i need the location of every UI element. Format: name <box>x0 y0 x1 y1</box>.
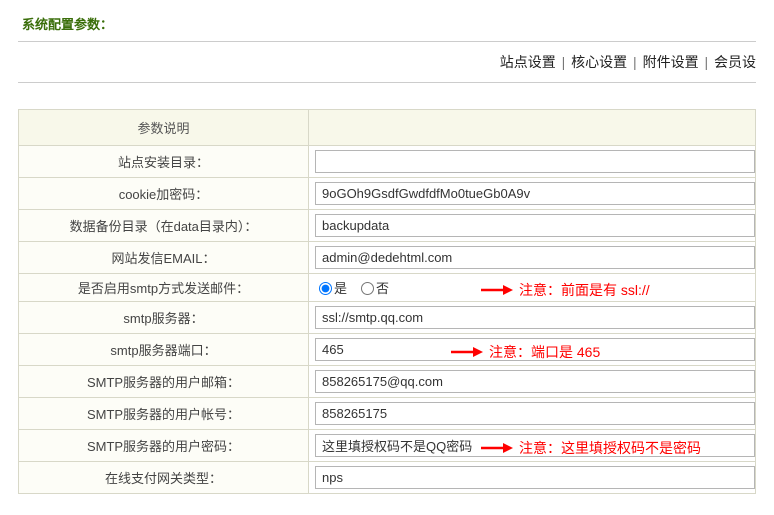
row-label: 网站发信EMAIL： <box>19 242 309 274</box>
config-input[interactable] <box>315 182 755 205</box>
row-label: SMTP服务器的用户密码： <box>19 430 309 462</box>
row-value <box>309 242 756 274</box>
annotation-text: 注意：前面是有 ssl:// <box>519 282 650 298</box>
config-input[interactable] <box>315 466 755 489</box>
row-value <box>309 178 756 210</box>
col-header-value <box>309 110 756 146</box>
radio-group: 是否 <box>315 281 399 296</box>
table-row: 网站发信EMAIL： <box>19 242 756 274</box>
table-row: smtp服务器： <box>19 302 756 334</box>
radio-no[interactable] <box>361 282 374 295</box>
row-label: SMTP服务器的用户邮箱： <box>19 366 309 398</box>
tab-separator: | <box>633 54 637 70</box>
config-input[interactable] <box>315 402 755 425</box>
row-value <box>309 398 756 430</box>
config-input[interactable] <box>315 150 755 173</box>
tabs-row: 站点设置 | 核心设置 | 附件设置 | 会员设 <box>18 41 756 83</box>
tab-member[interactable]: 会员设 <box>714 54 756 70</box>
config-input[interactable] <box>315 370 755 393</box>
table-row: 站点安装目录： <box>19 146 756 178</box>
row-label: SMTP服务器的用户帐号： <box>19 398 309 430</box>
radio-no-label[interactable]: 否 <box>357 281 389 296</box>
config-input[interactable] <box>315 338 755 361</box>
section-title: 系统配置参数： <box>18 0 756 41</box>
col-header-label: 参数说明 <box>19 110 309 146</box>
table-row: SMTP服务器的用户帐号： <box>19 398 756 430</box>
row-label: smtp服务器： <box>19 302 309 334</box>
tab-separator: | <box>704 54 708 70</box>
row-value <box>309 146 756 178</box>
arrow-icon <box>479 283 513 297</box>
config-input[interactable] <box>315 306 755 329</box>
row-label: cookie加密码： <box>19 178 309 210</box>
table-row: SMTP服务器的用户密码：注意：这里填授权码不是密码 <box>19 430 756 462</box>
table-row: 在线支付网关类型： <box>19 462 756 494</box>
row-value: 注意：端口是 465 <box>309 334 756 366</box>
table-row: 是否启用smtp方式发送邮件：是否注意：前面是有 ssl:// <box>19 274 756 302</box>
radio-no-text: 否 <box>376 281 389 296</box>
row-value <box>309 302 756 334</box>
table-row: SMTP服务器的用户邮箱： <box>19 366 756 398</box>
row-label: smtp服务器端口： <box>19 334 309 366</box>
radio-yes-text: 是 <box>334 281 347 296</box>
config-input[interactable] <box>315 246 755 269</box>
row-label: 是否启用smtp方式发送邮件： <box>19 274 309 302</box>
radio-yes[interactable] <box>319 282 332 295</box>
row-label: 站点安装目录： <box>19 146 309 178</box>
row-value <box>309 210 756 242</box>
config-input[interactable] <box>315 214 755 237</box>
config-input[interactable] <box>315 434 755 457</box>
table-row: smtp服务器端口：注意：端口是 465 <box>19 334 756 366</box>
table-row: 数据备份目录（在data目录内）： <box>19 210 756 242</box>
table-row: cookie加密码： <box>19 178 756 210</box>
tab-site[interactable]: 站点设置 <box>500 54 556 70</box>
row-label: 在线支付网关类型： <box>19 462 309 494</box>
radio-yes-label[interactable]: 是 <box>315 281 347 296</box>
annotation: 注意：前面是有 ssl:// <box>479 280 650 300</box>
row-value: 注意：这里填授权码不是密码 <box>309 430 756 462</box>
row-value <box>309 366 756 398</box>
config-table: 参数说明 站点安装目录：cookie加密码：数据备份目录（在data目录内）：网… <box>18 109 756 494</box>
tab-separator: | <box>562 54 566 70</box>
row-value: 是否注意：前面是有 ssl:// <box>309 274 756 302</box>
row-label: 数据备份目录（在data目录内）： <box>19 210 309 242</box>
tab-core[interactable]: 核心设置 <box>571 54 627 70</box>
row-value <box>309 462 756 494</box>
tab-attach[interactable]: 附件设置 <box>643 54 699 70</box>
